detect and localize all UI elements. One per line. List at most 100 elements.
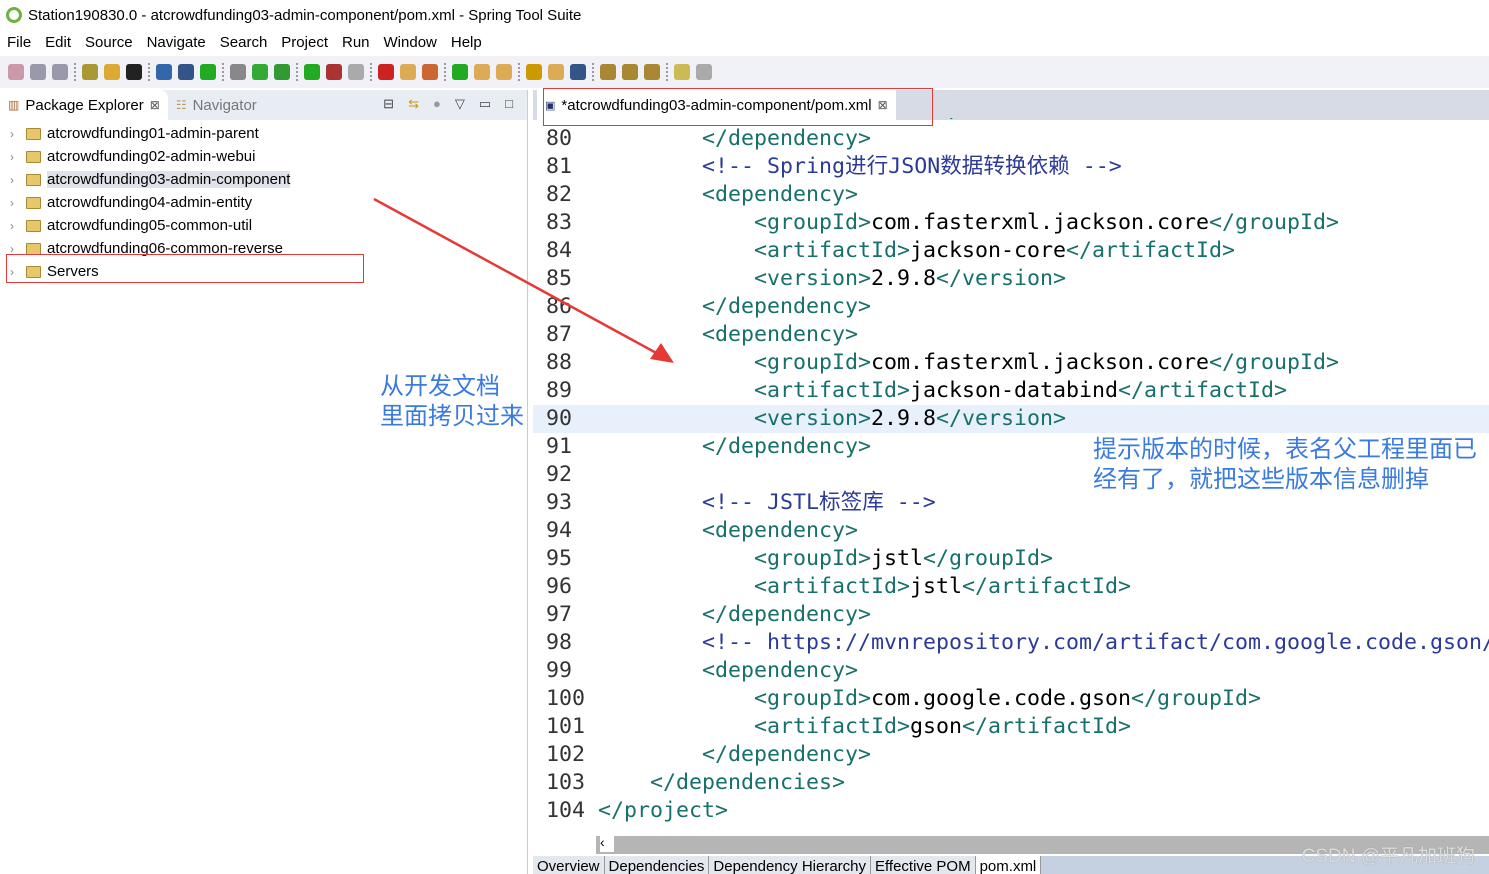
tree-item[interactable]: › atcrowdfunding01-admin-parent — [0, 122, 527, 145]
line-number: 90 — [546, 406, 573, 431]
console-icon[interactable] — [156, 64, 172, 80]
stop-icon[interactable] — [348, 64, 364, 80]
tree-item[interactable]: › atcrowdfunding05-common-util — [0, 214, 527, 237]
filter-icon[interactable]: ● — [433, 96, 441, 112]
menu-source[interactable]: Source — [85, 34, 133, 51]
open-folder-icon[interactable] — [474, 64, 490, 80]
search-icon[interactable] — [526, 64, 542, 80]
code-line[interactable]: 80 </dependency> — [533, 125, 1489, 153]
code-line[interactable]: 99 <dependency> — [533, 657, 1489, 685]
run-icon[interactable] — [304, 64, 320, 80]
menu-search[interactable]: Search — [220, 34, 268, 51]
maximize-icon[interactable]: □ — [505, 96, 513, 112]
line-number: 95 — [546, 546, 573, 571]
open-project-icon[interactable] — [400, 64, 416, 80]
toolbar-separator — [592, 63, 594, 81]
code-line[interactable]: 104 </project> — [533, 797, 1489, 825]
next-annotation-icon[interactable] — [600, 64, 616, 80]
line-number: 88 — [546, 350, 573, 375]
maven-project-icon — [26, 173, 41, 186]
scroll-left-icon[interactable]: ‹ — [600, 834, 614, 852]
tab-package-explorer[interactable]: ▥ Package Explorer ⊠ — [0, 90, 168, 120]
run-config-icon[interactable] — [326, 64, 342, 80]
skip-breakpoints-icon[interactable] — [178, 64, 194, 80]
tree-item-label: atcrowdfunding02-admin-webui — [47, 148, 256, 165]
open-file-icon[interactable] — [496, 64, 512, 80]
profile-icon[interactable] — [126, 64, 142, 80]
link-with-editor-icon[interactable]: ⇆ — [408, 96, 419, 112]
save-icon[interactable] — [30, 64, 46, 80]
chevron-right-icon[interactable]: › — [10, 127, 20, 141]
globe-icon[interactable] — [570, 64, 586, 80]
code-line[interactable]: 96 <artifactId>jstl</artifactId> — [533, 573, 1489, 601]
tree-item[interactable]: › atcrowdfunding04-admin-entity — [0, 191, 527, 214]
tab-dependencies[interactable]: Dependencies — [604, 856, 710, 874]
tab-overview[interactable]: Overview — [533, 856, 605, 874]
tab-effective-pom[interactable]: Effective POM — [871, 856, 976, 874]
prev-annotation-icon[interactable] — [622, 64, 638, 80]
window-title: Station190830.0 - atcrowdfunding03-admin… — [28, 6, 582, 24]
back-icon[interactable] — [674, 64, 690, 80]
collapse-all-icon[interactable]: ⊟ — [383, 96, 394, 112]
save-all-icon[interactable] — [52, 64, 68, 80]
code-line[interactable]: 86 </dependency> — [533, 293, 1489, 321]
close-icon[interactable]: ⊠ — [150, 98, 160, 112]
menu-project[interactable]: Project — [281, 34, 328, 51]
code-line[interactable]: 89 <artifactId>jackson-databind</artifac… — [533, 377, 1489, 405]
code-line[interactable]: 84 <artifactId>jackson-core</artifactId> — [533, 237, 1489, 265]
chevron-right-icon[interactable]: › — [10, 219, 20, 233]
spring-boot-icon[interactable] — [200, 64, 216, 80]
spring-logo-icon — [6, 7, 22, 23]
chevron-right-icon[interactable]: › — [10, 196, 20, 210]
line-number: 89 — [546, 378, 573, 403]
highlight-box — [6, 254, 364, 283]
tab-navigator[interactable]: ☷ Navigator — [168, 90, 265, 120]
code-line[interactable]: 97 </dependency> — [533, 601, 1489, 629]
code-line[interactable]: 100 <groupId>com.google.code.gson</group… — [533, 685, 1489, 713]
code-line[interactable]: 98 <!-- https://mvnrepository.com/artifa… — [533, 629, 1489, 657]
code-line[interactable]: 83 <groupId>com.fasterxml.jackson.core</… — [533, 209, 1489, 237]
code-tag: </version> — [936, 266, 1067, 291]
code-line[interactable]: 81 <!-- Spring进行JSON数据转换依赖 --> — [533, 153, 1489, 181]
last-edit-icon[interactable] — [644, 64, 660, 80]
line-text: <artifactId>jackson-databind</artifactId… — [598, 377, 1287, 405]
annotation-left: 从开发文档 里面拷贝过来 — [380, 372, 524, 432]
refresh-icon[interactable] — [104, 64, 120, 80]
code-line[interactable]: 102 </dependency> — [533, 741, 1489, 769]
view-menu-icon[interactable]: ▽ — [455, 96, 465, 112]
menu-file[interactable]: File — [7, 34, 31, 51]
code-line[interactable]: 95 <groupId>jstl</groupId> — [533, 545, 1489, 573]
code-line[interactable]: 88 <groupId>com.fasterxml.jackson.core</… — [533, 349, 1489, 377]
tree-item[interactable]: › atcrowdfunding03-admin-component — [0, 168, 527, 191]
chevron-right-icon[interactable]: › — [10, 150, 20, 164]
debug-icon[interactable] — [274, 64, 290, 80]
code-text: 2.9.8 — [871, 266, 937, 291]
tree-item[interactable]: › atcrowdfunding02-admin-webui — [0, 145, 527, 168]
code-line[interactable]: 87 <dependency> — [533, 321, 1489, 349]
code-line[interactable]: 85 <version>2.9.8</version> — [533, 265, 1489, 293]
menu-edit[interactable]: Edit — [45, 34, 71, 51]
code-line[interactable]: 103 </dependencies> — [533, 769, 1489, 797]
open-task-icon[interactable] — [548, 64, 564, 80]
open-type-icon[interactable] — [82, 64, 98, 80]
tab-pom-xml[interactable]: pom.xml — [975, 856, 1042, 874]
minimize-icon[interactable]: ▭ — [479, 96, 491, 112]
toggle-view-icon[interactable] — [230, 64, 246, 80]
spring-icon[interactable] — [252, 64, 268, 80]
external-tools-icon[interactable] — [378, 64, 394, 80]
code-line[interactable]: 94 <dependency> — [533, 517, 1489, 545]
code-line[interactable]: 101 <artifactId>gson</artifactId> — [533, 713, 1489, 741]
code-tag: <artifactId> — [598, 238, 911, 263]
code-line[interactable]: 82 <dependency> — [533, 181, 1489, 209]
chevron-right-icon[interactable]: › — [10, 173, 20, 187]
menu-window[interactable]: Window — [384, 34, 437, 51]
refresh-green-icon[interactable] — [452, 64, 468, 80]
tab-dependency-hierarchy[interactable]: Dependency Hierarchy — [709, 856, 871, 874]
menu-navigate[interactable]: Navigate — [147, 34, 206, 51]
new-class-icon[interactable] — [422, 64, 438, 80]
menu-run[interactable]: Run — [342, 34, 370, 51]
code-line[interactable]: 90 <version>2.9.8</version> — [533, 405, 1489, 433]
forward-icon[interactable] — [696, 64, 712, 80]
new-icon[interactable] — [8, 64, 24, 80]
menu-help[interactable]: Help — [451, 34, 482, 51]
